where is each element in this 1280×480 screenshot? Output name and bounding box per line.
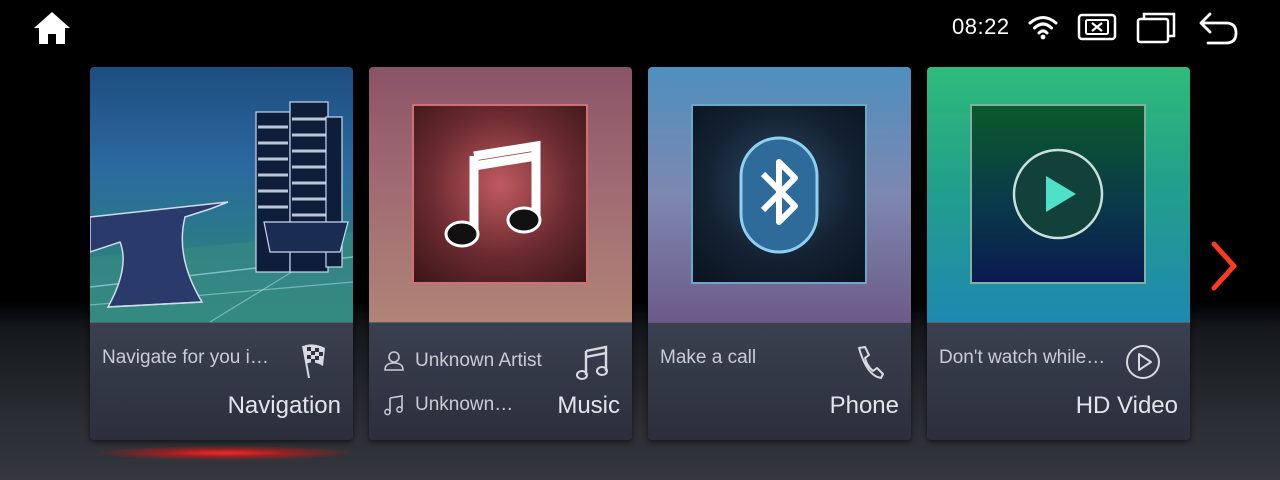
person-icon (384, 351, 404, 371)
checkered-flag-icon (302, 344, 325, 379)
window-icon[interactable] (1136, 12, 1176, 44)
music-info (369, 322, 632, 440)
video-artwork (927, 67, 1190, 322)
music-artwork (369, 67, 632, 322)
music-track: Unknown… (415, 394, 514, 416)
phone-card[interactable]: Make a call Phone (648, 67, 911, 440)
navigation-title: Navigation (227, 392, 341, 419)
phone-title: Phone (829, 392, 899, 419)
play-circle-icon (1126, 345, 1160, 379)
wifi-icon (1028, 16, 1058, 40)
navigation-subtitle: Navigate for you i… (102, 347, 269, 368)
music-note-icon (576, 345, 608, 380)
selection-indicator (100, 446, 350, 460)
phone-subtitle: Make a call (660, 347, 757, 368)
music-track-row: Unknown… (383, 394, 513, 416)
phone-tile (691, 104, 867, 284)
music-card[interactable]: Unknown Artist Unknown… Music (369, 67, 632, 440)
music-note-large-icon (444, 140, 542, 248)
video-tile (970, 104, 1146, 284)
video-card[interactable]: Don't watch while… HD Video (927, 67, 1190, 440)
status-bar: 08:22 (0, 0, 1280, 56)
navigation-artwork (90, 67, 353, 323)
close-box-icon[interactable] (1077, 12, 1117, 42)
music-note-small-icon (384, 395, 403, 416)
music-artist-row: Unknown Artist (383, 350, 542, 372)
back-icon[interactable] (1198, 11, 1240, 45)
navigation-card[interactable]: Navigate for you i… Navigation (90, 67, 353, 440)
video-title: HD Video (1075, 392, 1178, 419)
home-icon[interactable] (32, 10, 72, 46)
video-info (927, 322, 1190, 440)
music-tile (412, 104, 588, 284)
phone-artwork (648, 67, 911, 322)
music-title: Music (557, 392, 620, 419)
clock: 08:22 (952, 14, 1010, 39)
music-artist: Unknown Artist (415, 350, 542, 372)
phone-icon (858, 346, 884, 379)
chevron-right-icon[interactable] (1208, 240, 1240, 292)
play-large-icon (1012, 148, 1104, 240)
phone-info (648, 322, 911, 440)
bluetooth-icon (739, 136, 819, 254)
navigation-info (90, 322, 353, 440)
video-subtitle: Don't watch while… (939, 347, 1106, 368)
